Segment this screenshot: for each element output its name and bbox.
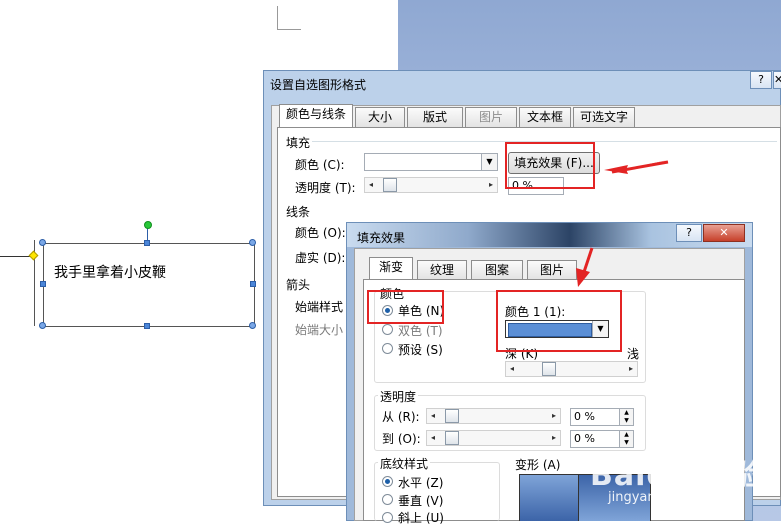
tab-alt-text[interactable]: 可选文字 bbox=[573, 107, 635, 127]
scroll-left-icon: ◂ bbox=[430, 433, 435, 442]
crop-mark bbox=[277, 29, 301, 30]
tab-picture: 图片 bbox=[465, 107, 517, 127]
fill-color-label: 颜色 (C): bbox=[295, 158, 345, 172]
transparency-label: 透明度 (T): bbox=[295, 181, 356, 195]
light-label: 浅 bbox=[627, 347, 640, 361]
resize-handle-ne[interactable] bbox=[249, 239, 256, 246]
resize-handle-w[interactable] bbox=[40, 281, 46, 287]
two-colors-label[interactable]: 双色 (T) bbox=[398, 322, 443, 339]
slider-thumb[interactable] bbox=[542, 362, 556, 376]
slider-thumb[interactable] bbox=[445, 431, 459, 445]
fill-color-combo[interactable]: ▼ bbox=[364, 153, 498, 171]
resize-handle-n[interactable] bbox=[144, 240, 150, 246]
highlight-box bbox=[496, 290, 622, 352]
tab-textbox[interactable]: 文本框 bbox=[519, 107, 571, 127]
scroll-left-icon: ◂ bbox=[430, 411, 435, 420]
to-value: 0 % bbox=[574, 432, 595, 445]
shading-group-label: 底纹样式 bbox=[378, 455, 431, 472]
spin-arrows-icon[interactable]: ▲ ▼ bbox=[619, 431, 633, 447]
line-section-label: 线条 bbox=[286, 205, 311, 219]
transparency-group-label: 透明度 bbox=[378, 388, 419, 405]
preset-label[interactable]: 预设 (S) bbox=[398, 341, 443, 358]
tab-pattern[interactable]: 图案 bbox=[471, 260, 523, 279]
rotation-handle[interactable] bbox=[144, 221, 152, 229]
crop-mark bbox=[277, 6, 278, 30]
watermark: Baidu 经验 bbox=[590, 458, 765, 493]
tab-layout[interactable]: 版式 bbox=[407, 107, 463, 127]
radio-vertical[interactable] bbox=[382, 494, 393, 505]
fill-section-label: 填充 bbox=[286, 136, 311, 150]
scroll-right-icon: ▸ bbox=[488, 180, 493, 189]
vertical-label[interactable]: 垂直 (V) bbox=[398, 492, 443, 509]
resize-handle-se[interactable] bbox=[249, 322, 256, 329]
horizontal-label[interactable]: 水平 (Z) bbox=[398, 474, 443, 491]
resize-handle-e[interactable] bbox=[250, 281, 256, 287]
chevron-down-icon: ▼ bbox=[481, 154, 497, 170]
from-value: 0 % bbox=[574, 410, 595, 423]
from-spinner[interactable]: 0 % ▲ ▼ bbox=[570, 408, 634, 426]
scroll-left-icon: ◂ bbox=[368, 180, 373, 189]
transparency-slider[interactable]: ◂ ▸ bbox=[364, 177, 498, 193]
to-slider[interactable]: ◂ ▸ bbox=[426, 430, 561, 446]
begin-style-label: 始端样式 ( bbox=[295, 300, 352, 314]
tab-texture[interactable]: 纹理 bbox=[417, 260, 467, 279]
resize-handle-s[interactable] bbox=[144, 323, 150, 329]
from-label: 从 (R): bbox=[382, 410, 420, 424]
to-spinner[interactable]: 0 % ▲ ▼ bbox=[570, 430, 634, 448]
spin-arrows-icon[interactable]: ▲ ▼ bbox=[619, 409, 633, 425]
tab-size[interactable]: 大小 bbox=[355, 107, 405, 127]
variants-label: 变形 (A) bbox=[515, 458, 561, 472]
radio-two-colors[interactable] bbox=[382, 324, 393, 335]
scroll-right-icon: ▸ bbox=[551, 411, 556, 420]
resize-handle-sw[interactable] bbox=[39, 322, 46, 329]
slider-thumb[interactable] bbox=[383, 178, 397, 192]
shape-text[interactable]: 我手里拿着小皮鞭 bbox=[54, 262, 166, 282]
to-label: 到 (O): bbox=[382, 432, 421, 446]
shade-slider[interactable]: ◂ ▸ bbox=[505, 361, 638, 377]
radio-diagonal-up[interactable] bbox=[382, 512, 393, 523]
dash-label: 虚实 (D): bbox=[295, 251, 346, 265]
shape-textbox[interactable]: 我手里拿着小皮鞭 bbox=[43, 243, 255, 327]
highlight-box bbox=[367, 290, 444, 324]
close-button[interactable]: ✕ bbox=[703, 224, 745, 242]
dialog-title: 填充效果 bbox=[357, 231, 406, 245]
begin-size-label: 始端大小 ( bbox=[295, 323, 352, 337]
slider-thumb[interactable] bbox=[445, 409, 459, 423]
tab-colors-lines[interactable]: 颜色与线条 bbox=[279, 104, 353, 128]
watermark-url: jingyan.baidu.com bbox=[608, 490, 728, 505]
resize-handle-nw[interactable] bbox=[39, 239, 46, 246]
radio-horizontal[interactable] bbox=[382, 476, 393, 487]
from-slider[interactable]: ◂ ▸ bbox=[426, 408, 561, 424]
scroll-right-icon: ▸ bbox=[628, 364, 633, 373]
close-button[interactable]: ✕ bbox=[773, 71, 781, 89]
diagonal-up-label[interactable]: 斜上 (U) bbox=[398, 509, 444, 526]
scroll-right-icon: ▸ bbox=[551, 433, 556, 442]
help-button[interactable]: ? bbox=[750, 71, 772, 89]
dialog-title: 设置自选图形格式 bbox=[270, 78, 367, 92]
tab-gradient[interactable]: 渐变 bbox=[369, 257, 413, 280]
tab-picture[interactable]: 图片 bbox=[527, 260, 577, 279]
arrow-section-label: 箭头 bbox=[286, 278, 311, 292]
radio-preset[interactable] bbox=[382, 343, 393, 354]
help-button[interactable]: ? bbox=[676, 224, 702, 242]
line-color-label: 颜色 (O): bbox=[295, 226, 346, 240]
scroll-left-icon: ◂ bbox=[509, 364, 514, 373]
highlight-box bbox=[505, 142, 595, 189]
